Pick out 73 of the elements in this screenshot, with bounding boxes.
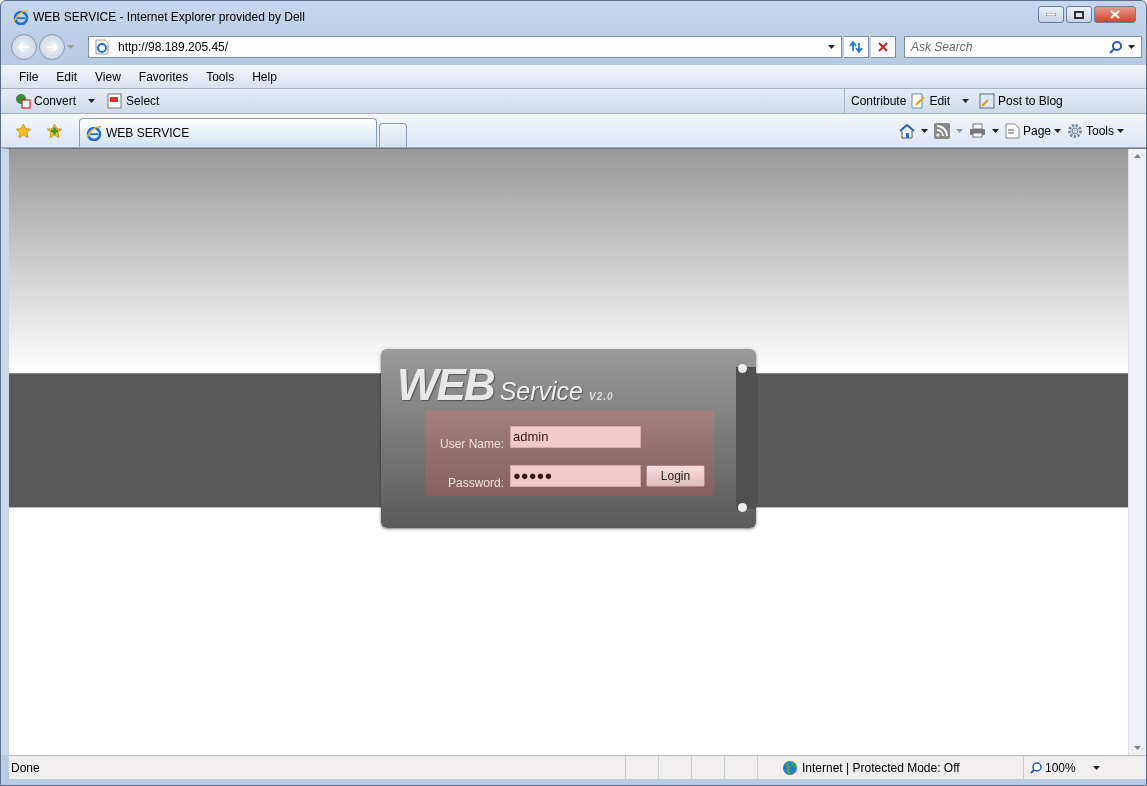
globe-icon	[782, 759, 798, 776]
dropdown-arrow-icon	[955, 128, 963, 133]
dropdown-arrow-icon	[67, 45, 74, 49]
security-zone-text: Internet | Protected Mode: Off	[802, 760, 960, 775]
back-arrow-icon	[18, 42, 30, 52]
dropdown-arrow-icon	[828, 45, 835, 49]
toolbar-label: Contribute	[851, 94, 907, 108]
dropdown-arrow-icon	[991, 128, 999, 133]
search-field[interactable]: Ask Search	[904, 36, 1142, 58]
close-button[interactable]	[1094, 6, 1136, 23]
close-icon	[1110, 10, 1120, 19]
gear-icon	[1067, 122, 1083, 139]
edit-page-icon	[910, 93, 927, 109]
version-label: V2.0	[589, 391, 614, 402]
forward-button[interactable]	[39, 34, 65, 60]
scrollbar[interactable]	[1128, 149, 1146, 755]
scroll-down-icon	[1134, 746, 1141, 750]
page-icon	[94, 39, 110, 55]
browser-logo-icon	[86, 125, 102, 141]
back-button[interactable]	[11, 34, 37, 60]
menu-item[interactable]: Help	[243, 69, 286, 84]
menu-item[interactable]: Edit	[47, 69, 87, 84]
browser-logo-icon	[13, 8, 29, 25]
window-title: WEB SERVICE - Internet Explorer provided by Dell	[33, 9, 305, 24]
home-icon	[898, 122, 915, 139]
dropdown-arrow-icon	[88, 99, 96, 103]
favorites-star-icon	[15, 122, 32, 139]
dropdown-arrow-icon	[962, 99, 970, 103]
browser-tab[interactable]: WEB SERVICE	[79, 118, 377, 147]
dropdown-arrow-icon	[920, 128, 928, 133]
toolbar-button[interactable]: Convert	[15, 93, 77, 109]
menu-item[interactable]: View	[86, 69, 130, 84]
toolbar-button[interactable]: Post to Blog	[979, 93, 1063, 109]
forward-arrow-icon	[46, 42, 58, 52]
menu-item[interactable]: File	[10, 69, 48, 84]
zoom-icon	[1030, 761, 1042, 774]
maximize-icon	[1074, 10, 1084, 19]
menu-item[interactable]: Favorites	[129, 69, 198, 84]
new-tab-button[interactable]	[379, 123, 407, 147]
refresh-icon	[849, 41, 863, 53]
minimize-button[interactable]	[1038, 6, 1064, 23]
command-button[interactable]: Tools	[1067, 122, 1124, 139]
refresh-button[interactable]	[844, 36, 869, 58]
add-favorite-icon	[46, 122, 63, 139]
printer-icon	[968, 123, 986, 138]
field-label: User Name:	[439, 435, 504, 451]
page-icon	[1004, 122, 1020, 139]
username-field[interactable]: admin	[510, 426, 641, 448]
feed-icon	[933, 122, 950, 139]
toolbar-button[interactable]: Edit	[910, 93, 951, 109]
menu-item[interactable]: Tools	[197, 69, 244, 84]
scroll-up-icon	[1134, 154, 1141, 158]
minimize-icon	[1046, 13, 1056, 16]
toolbar-button[interactable]: Select	[107, 93, 160, 109]
login-button[interactable]: Login	[646, 465, 705, 487]
dropdown-arrow-icon	[1054, 128, 1061, 133]
blog-page-icon	[979, 93, 996, 109]
stop-button[interactable]	[871, 36, 896, 58]
field-label: Password:	[446, 474, 504, 490]
password-field[interactable]: ●●●●●	[510, 465, 641, 487]
convert-pdf-icon	[15, 93, 31, 109]
select-pdf-icon	[107, 93, 124, 109]
dropdown-arrow-icon	[1128, 45, 1135, 49]
stop-icon	[878, 42, 888, 52]
address-field[interactable]: http://98.189.205.45/	[88, 36, 842, 58]
logo-subtitle: Service	[499, 377, 584, 406]
search-icon	[1109, 40, 1122, 54]
maximize-button[interactable]	[1066, 6, 1092, 23]
dropdown-arrow-icon	[1092, 765, 1100, 770]
status-text: Done	[10, 760, 41, 775]
command-button[interactable]: Page	[1004, 122, 1061, 139]
dropdown-arrow-icon	[1117, 128, 1124, 133]
logo-text: WEB	[397, 363, 494, 407]
